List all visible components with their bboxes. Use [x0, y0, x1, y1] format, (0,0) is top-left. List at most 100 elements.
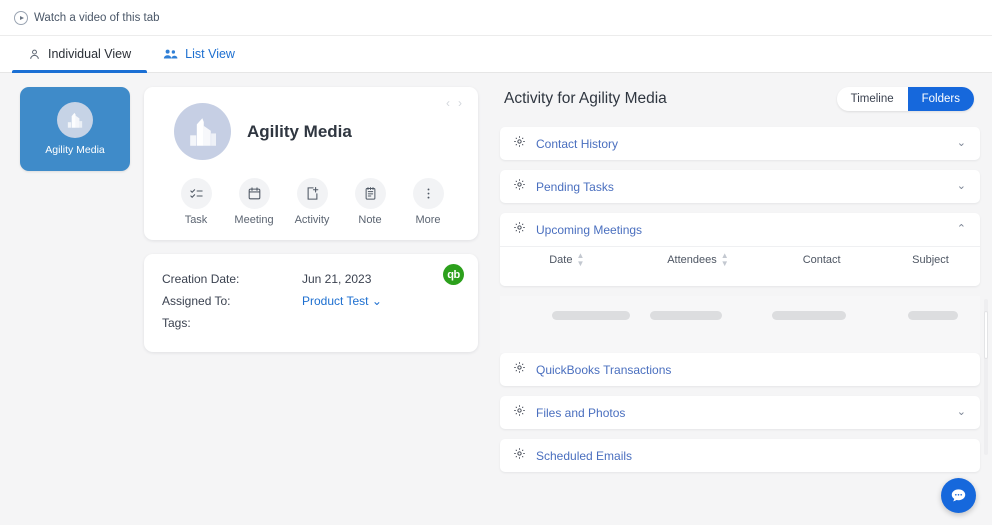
section-scheduled-emails-header[interactable]: Scheduled Emails	[500, 439, 980, 472]
section-quickbooks-transactions: QuickBooks Transactions	[500, 353, 980, 386]
section-scheduled-emails: Scheduled Emails	[500, 439, 980, 472]
gear-icon	[513, 404, 526, 422]
column-header-date[interactable]: Date ▲ ▼	[500, 252, 634, 268]
building-icon	[57, 102, 93, 138]
gear-icon	[513, 135, 526, 153]
tab-individual-view[interactable]: Individual View	[12, 36, 148, 73]
gear-icon	[513, 447, 526, 465]
building-icon	[174, 103, 231, 160]
scrollbar-thumb[interactable]	[984, 311, 988, 359]
play-circle-icon	[14, 10, 28, 25]
section-files-and-photos-header[interactable]: Files and Photos ⌄	[500, 396, 980, 429]
folders-toggle-button[interactable]: Folders	[907, 87, 974, 111]
next-record-button[interactable]: ›	[456, 96, 464, 110]
main-content: Agility Media ‹ › Agility Media Task Mee…	[0, 73, 992, 525]
meetings-table-header: Date ▲ ▼ Attendees ▲ ▼ Contact Subject	[500, 246, 980, 273]
detail-card: qb Creation Date: Jun 21, 2023 Assigned …	[144, 254, 478, 352]
section-pending-tasks-header[interactable]: Pending Tasks ⌄	[500, 170, 980, 203]
section-files-and-photos-title: Files and Photos	[536, 405, 626, 420]
section-pending-tasks-title: Pending Tasks	[536, 179, 614, 194]
activity-header: Activity for Agility Media Timeline Fold…	[500, 83, 980, 111]
column-header-attendees-label: Attendees	[667, 254, 717, 266]
column-header-subject: Subject	[912, 254, 949, 266]
quick-actions: Task Meeting Activity Note More	[162, 178, 460, 226]
chat-bubble-icon[interactable]	[941, 478, 976, 513]
column-header-contact: Contact	[802, 254, 841, 266]
people-group-icon	[163, 48, 178, 61]
left-pane: Agility Media ‹ › Agility Media Task Mee…	[0, 73, 490, 525]
section-pending-tasks: Pending Tasks ⌄	[500, 170, 980, 203]
action-note[interactable]: Note	[348, 178, 392, 226]
skeleton-bar	[650, 311, 722, 320]
section-quickbooks-transactions-header[interactable]: QuickBooks Transactions	[500, 353, 980, 386]
detail-row: Creation Date: Jun 21, 2023	[162, 268, 460, 290]
prev-record-button[interactable]: ‹	[444, 96, 452, 110]
action-meeting[interactable]: Meeting	[232, 178, 276, 226]
creation-date-label: Creation Date:	[162, 272, 240, 286]
activity-title: Activity for Agility Media	[504, 90, 667, 107]
action-note-label: Note	[358, 214, 382, 226]
section-quickbooks-transactions-title: QuickBooks Transactions	[536, 362, 672, 377]
watch-video-link[interactable]: Watch a video of this tab	[14, 10, 160, 25]
action-activity[interactable]: Activity	[290, 178, 334, 226]
person-icon	[28, 48, 41, 61]
action-activity-label: Activity	[294, 214, 330, 226]
creation-date-value: Jun 21, 2023	[302, 272, 372, 286]
tab-individual-view-label: Individual View	[48, 47, 132, 61]
column-header-date-label: Date	[549, 254, 573, 266]
tags-label: Tags:	[162, 316, 191, 330]
watch-video-label: Watch a video of this tab	[34, 11, 160, 24]
view-tabs: Individual View List View	[0, 36, 992, 73]
calendar-icon	[238, 178, 270, 209]
contact-header: Agility Media	[162, 103, 460, 160]
dots-vertical-icon	[412, 178, 444, 209]
section-contact-history-header[interactable]: Contact History ⌄	[500, 127, 980, 160]
gear-icon	[513, 221, 526, 239]
quickbooks-icon[interactable]: qb	[443, 264, 464, 285]
action-more-label: More	[415, 214, 441, 226]
section-files-and-photos: Files and Photos ⌄	[500, 396, 980, 429]
section-upcoming-meetings: Upcoming Meetings ⌃ Date ▲ ▼ Attendees ▲ ▼…	[500, 213, 980, 286]
notepad-icon	[354, 178, 386, 209]
chevron-up-icon[interactable]: ⌃	[957, 224, 966, 235]
meetings-table-body	[500, 273, 980, 286]
view-toggle: Timeline Folders	[836, 87, 974, 111]
gear-icon	[513, 361, 526, 379]
section-contact-history: Contact History ⌄	[500, 127, 980, 160]
timeline-toggle-button[interactable]: Timeline	[836, 87, 908, 111]
checklist-icon	[180, 178, 212, 209]
account-tile-label: Agility Media	[45, 144, 105, 156]
file-plus-icon	[296, 178, 328, 209]
section-scheduled-emails-title: Scheduled Emails	[536, 448, 633, 463]
skeleton-bar	[908, 311, 958, 320]
chevron-down-icon[interactable]: ⌄	[957, 181, 966, 192]
action-task[interactable]: Task	[174, 178, 218, 226]
detail-row: Assigned To: Product Test ⌄	[162, 290, 460, 312]
section-upcoming-meetings-header[interactable]: Upcoming Meetings ⌃	[500, 213, 980, 246]
detail-row: Tags:	[162, 312, 460, 334]
sort-icon[interactable]: ▲ ▼	[576, 252, 584, 268]
action-task-label: Task	[184, 214, 208, 226]
card-nav: ‹ ›	[444, 96, 464, 110]
chevron-down-icon[interactable]: ⌄	[957, 138, 966, 149]
section-contact-history-title: Contact History	[536, 136, 619, 151]
column-header-attendees[interactable]: Attendees ▲ ▼	[634, 252, 763, 268]
scrollbar-track[interactable]	[984, 299, 988, 455]
section-upcoming-meetings-title: Upcoming Meetings	[536, 222, 643, 237]
account-tile-agility-media[interactable]: Agility Media	[20, 87, 130, 171]
action-meeting-label: Meeting	[234, 214, 274, 226]
action-more[interactable]: More	[406, 178, 450, 226]
gear-icon	[513, 178, 526, 196]
tab-list-view-label: List View	[185, 47, 235, 61]
assigned-to-label: Assigned To:	[162, 294, 231, 308]
skeleton-bar	[552, 311, 630, 320]
chevron-down-icon[interactable]: ⌄	[957, 407, 966, 418]
loading-skeleton-row	[500, 296, 980, 353]
contact-card: ‹ › Agility Media Task Meeting Activity …	[144, 87, 478, 240]
skeleton-bar	[772, 311, 846, 320]
sort-icon[interactable]: ▲ ▼	[721, 252, 729, 268]
assigned-to-value[interactable]: Product Test ⌄	[302, 290, 382, 312]
tab-list-view[interactable]: List View	[147, 36, 251, 72]
contact-name: Agility Media	[247, 121, 352, 141]
activity-pane: Activity for Agility Media Timeline Fold…	[490, 73, 992, 525]
